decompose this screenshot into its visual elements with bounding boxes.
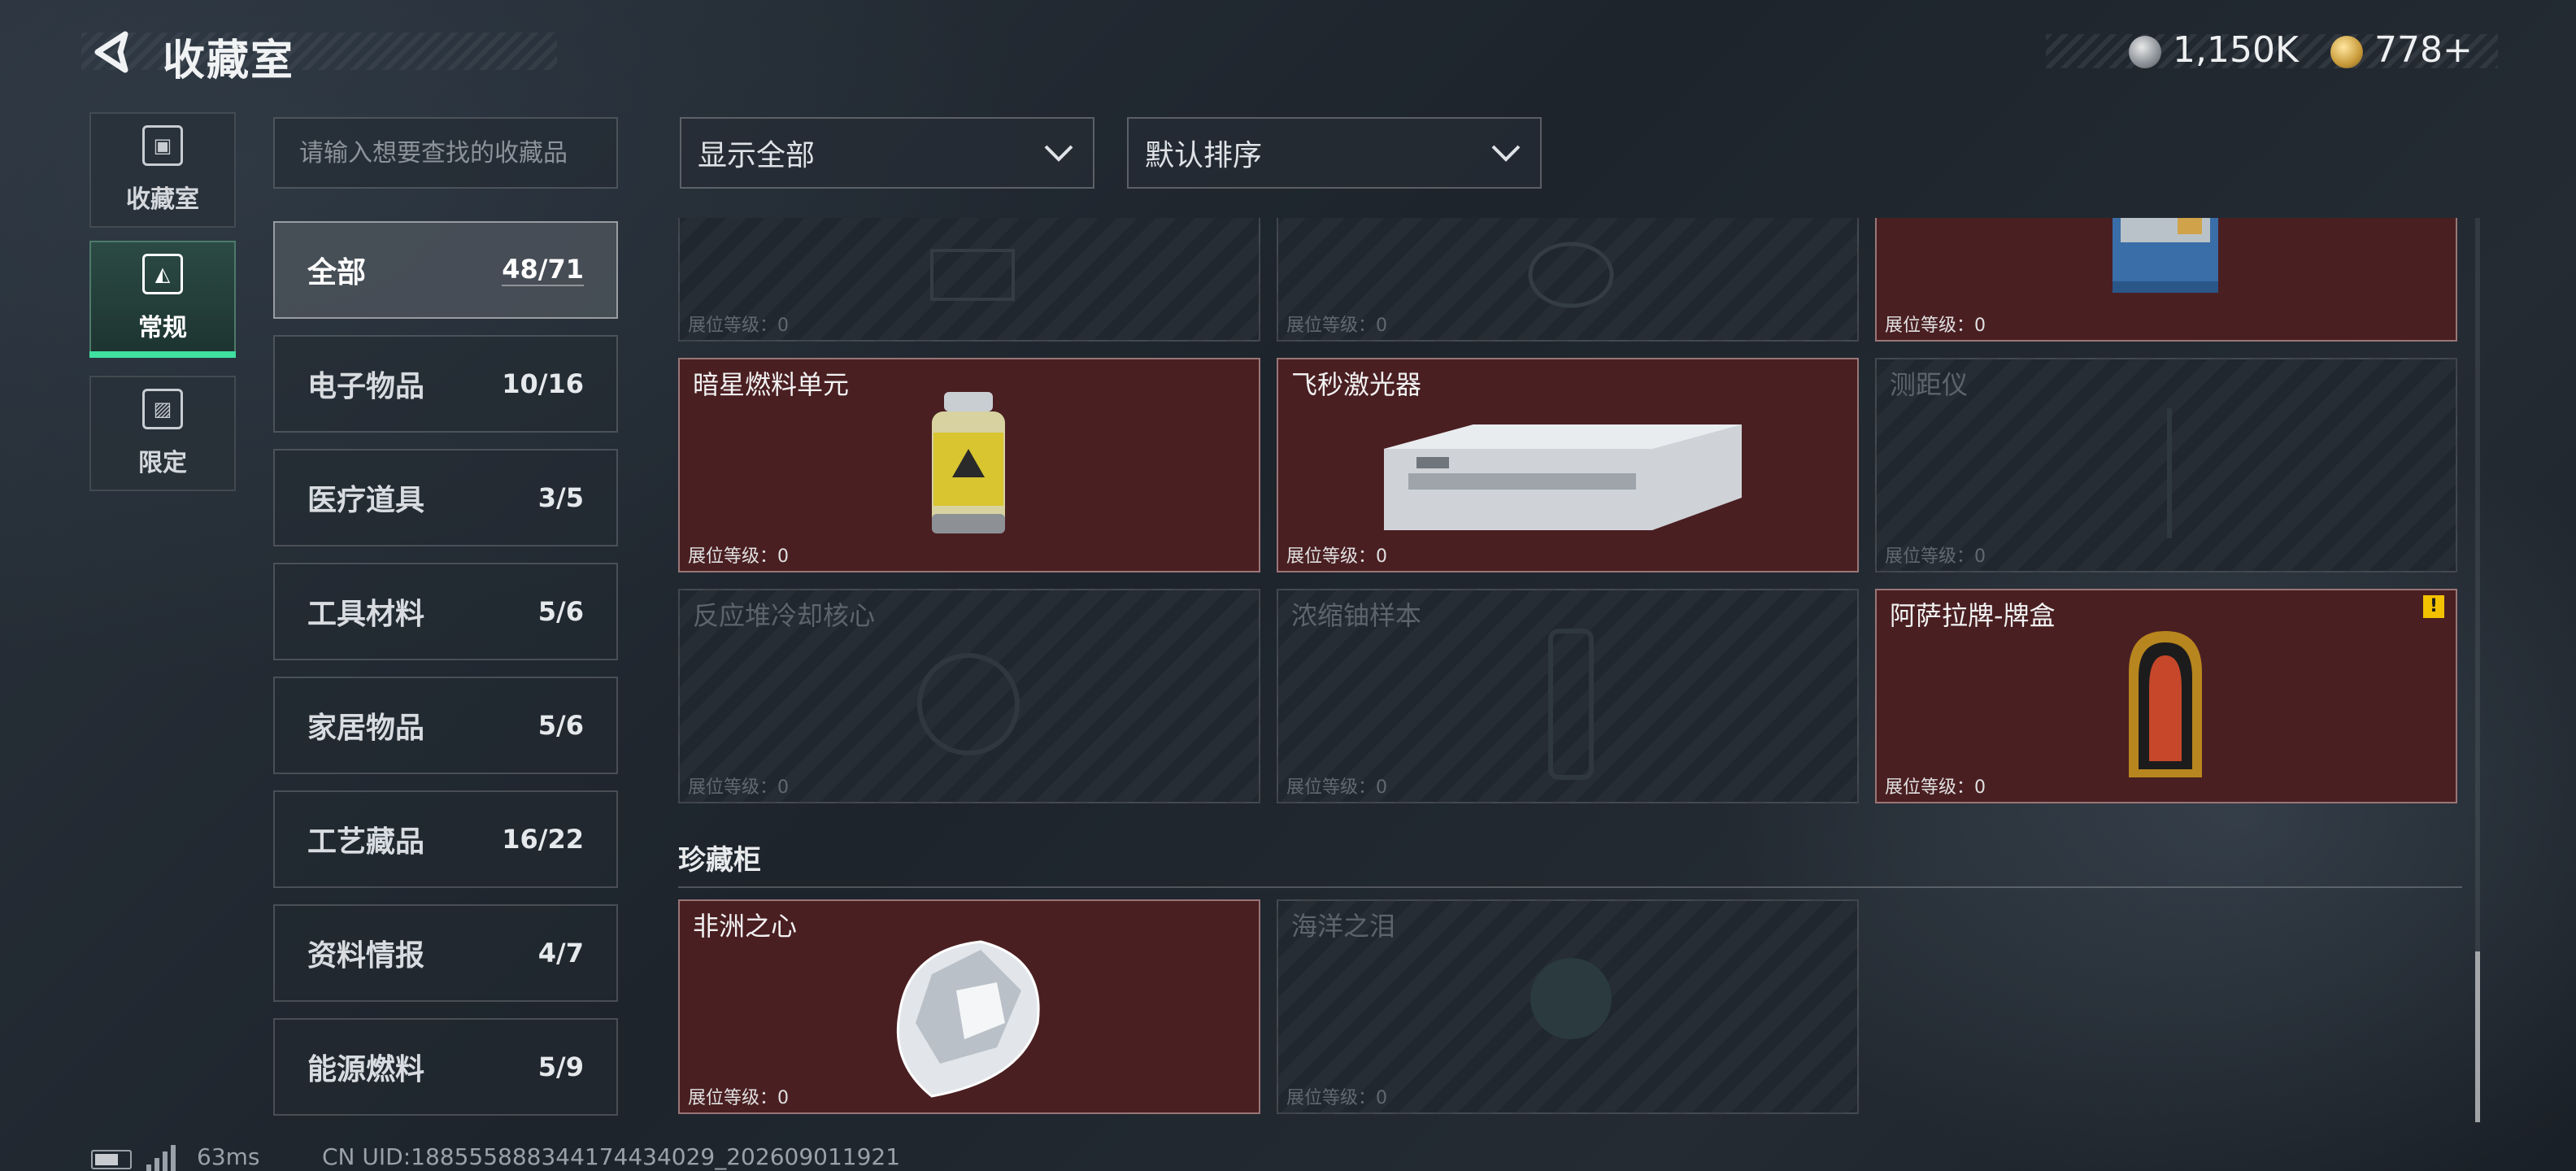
category-name: 医疗道具 — [307, 484, 425, 517]
category-count: 4/7 — [537, 938, 584, 969]
laser-icon — [1384, 424, 1742, 530]
collection-card[interactable]: 非洲之心 展位等级：0 — [678, 899, 1260, 1114]
level-label: 展位等级：0 — [1885, 546, 1986, 567]
category-household[interactable]: 家居物品 5/6 — [273, 677, 618, 774]
item-name: 暗星燃料单元 — [693, 369, 850, 400]
category-tools[interactable]: 工具材料 5/6 — [273, 563, 618, 660]
chevron-down-icon — [1491, 145, 1521, 162]
category-name: 家居物品 — [307, 712, 425, 745]
dropdown-value: 默认排序 — [1145, 139, 1263, 172]
category-count: 5/9 — [537, 1051, 584, 1082]
collection-card[interactable]: 暗星燃料单元 展位等级：0 — [678, 358, 1260, 572]
scrollbar-thumb[interactable] — [2475, 951, 2480, 1122]
collection-card[interactable]: 反应堆冷却核心 展位等级：0 — [678, 589, 1260, 803]
ping-text: 63ms — [197, 1143, 260, 1170]
level-label: 展位等级：0 — [1286, 316, 1387, 336]
category-all[interactable]: 全部 48/71 — [273, 221, 618, 319]
category-name: 资料情报 — [307, 939, 425, 973]
category-count: 10/16 — [502, 368, 584, 399]
category-medical[interactable]: 医疗道具 3/5 — [273, 449, 618, 546]
dropdown-value: 显示全部 — [698, 139, 816, 172]
chevron-down-icon — [1044, 145, 1073, 162]
category-name: 能源燃料 — [307, 1053, 425, 1086]
level-label: 展位等级：0 — [1885, 316, 1986, 336]
sort-dropdown[interactable]: 默认排序 — [1127, 117, 1542, 189]
tab-limited[interactable]: ▨ 限定 — [89, 376, 236, 491]
category-name: 工艺藏品 — [307, 825, 425, 859]
uid-text: CN UID:188555888344174434029_20260901192… — [322, 1143, 901, 1170]
category-energy[interactable]: 能源燃料 5/9 — [273, 1018, 618, 1116]
gold-currency-value[interactable]: 778+ — [2374, 29, 2473, 71]
diamond-icon — [896, 940, 1040, 1098]
collection-card[interactable]: 飞秒激光器 展位等级：0 — [1277, 358, 1859, 572]
category-count: 48/71 — [502, 254, 584, 286]
display-filter-dropdown[interactable]: 显示全部 — [680, 117, 1094, 189]
tab-label: 限定 — [138, 449, 187, 477]
search-input[interactable] — [299, 138, 592, 168]
limited-icon: ▨ — [142, 389, 183, 429]
category-name: 全部 — [307, 256, 367, 289]
level-label: 展位等级：0 — [688, 1088, 789, 1108]
category-name: 工具材料 — [307, 598, 425, 631]
back-arrow-icon[interactable] — [88, 28, 137, 76]
level-label: 展位等级：0 — [1286, 777, 1387, 798]
item-name: 海洋之泪 — [1291, 911, 1396, 942]
item-name: 阿萨拉牌-牌盒 — [1890, 600, 2056, 631]
tab-label: 收藏室 — [126, 185, 199, 214]
tab-collection-room[interactable]: ▣ 收藏室 — [89, 112, 236, 228]
collection-card[interactable]: 阿萨拉牌-牌盒 ! 展位等级：0 — [1875, 589, 2457, 803]
tab-regular[interactable]: ◭ 常规 — [89, 241, 236, 356]
search-box[interactable] — [273, 117, 618, 189]
collection-card[interactable]: 浓缩铀样本 展位等级：0 — [1277, 589, 1859, 803]
silver-coin-icon — [2129, 36, 2161, 68]
lens-icon — [1528, 242, 1614, 308]
category-intel[interactable]: 资料情报 4/7 — [273, 904, 618, 1002]
section-divider — [678, 886, 2462, 888]
category-electronics[interactable]: 电子物品 10/16 — [273, 335, 618, 433]
level-label: 展位等级：0 — [1885, 777, 1986, 798]
item-name: 飞秒激光器 — [1291, 369, 1422, 400]
rangefinder-icon — [2167, 408, 2172, 538]
category-count: 16/22 — [502, 824, 584, 855]
header-bar — [81, 33, 557, 70]
item-name: 反应堆冷却核心 — [693, 600, 876, 631]
category-crafts[interactable]: 工艺藏品 16/22 — [273, 790, 618, 888]
machine-icon — [2113, 218, 2218, 293]
level-label: 展位等级：0 — [688, 316, 789, 336]
item-name: 测距仪 — [1890, 369, 1969, 400]
collection-card[interactable]: 展位等级：0 — [678, 218, 1260, 342]
item-name: 非洲之心 — [693, 911, 798, 942]
level-label: 展位等级：0 — [1286, 546, 1387, 567]
collection-card[interactable]: 测距仪 展位等级：0 — [1875, 358, 2457, 572]
battery-icon — [91, 1150, 132, 1169]
chip-icon — [930, 249, 1015, 301]
uranium-icon — [1548, 629, 1594, 780]
pearl-icon — [1530, 958, 1612, 1039]
fuel-cell-icon — [932, 392, 1005, 533]
level-label: 展位等级：0 — [688, 777, 789, 798]
silver-currency-value: 1,150K — [2173, 29, 2299, 71]
collection-room-icon: ▣ — [142, 125, 183, 166]
collection-card[interactable]: 展位等级：0 — [1277, 218, 1859, 342]
level-label: 展位等级：0 — [688, 546, 789, 567]
warning-badge: ! — [2423, 595, 2444, 618]
category-count: 3/5 — [537, 482, 584, 513]
collection-card[interactable]: 海洋之泪 展位等级：0 — [1277, 899, 1859, 1114]
level-label: 展位等级：0 — [1286, 1088, 1387, 1108]
tab-label: 常规 — [138, 314, 187, 342]
section-title: 珍藏柜 — [678, 844, 761, 877]
active-tab-indicator — [89, 351, 236, 358]
item-name: 浓缩铀样本 — [1291, 600, 1422, 631]
card-box-icon — [2129, 631, 2202, 777]
category-name: 电子物品 — [307, 370, 425, 403]
reactor-core-icon — [917, 653, 1020, 755]
page-title: 收藏室 — [163, 37, 295, 85]
category-count: 5/6 — [537, 596, 584, 627]
category-count: 5/6 — [537, 710, 584, 741]
collection-card[interactable]: 展位等级：0 — [1875, 218, 2457, 342]
signal-icon — [146, 1145, 179, 1171]
regular-icon: ◭ — [142, 254, 183, 294]
gold-coin-icon — [2330, 36, 2363, 68]
collection-grid: 展位等级：0 展位等级：0 展位等级：0 暗星燃料单元 展位等级：0 飞秒激光器 — [678, 218, 2462, 1132]
